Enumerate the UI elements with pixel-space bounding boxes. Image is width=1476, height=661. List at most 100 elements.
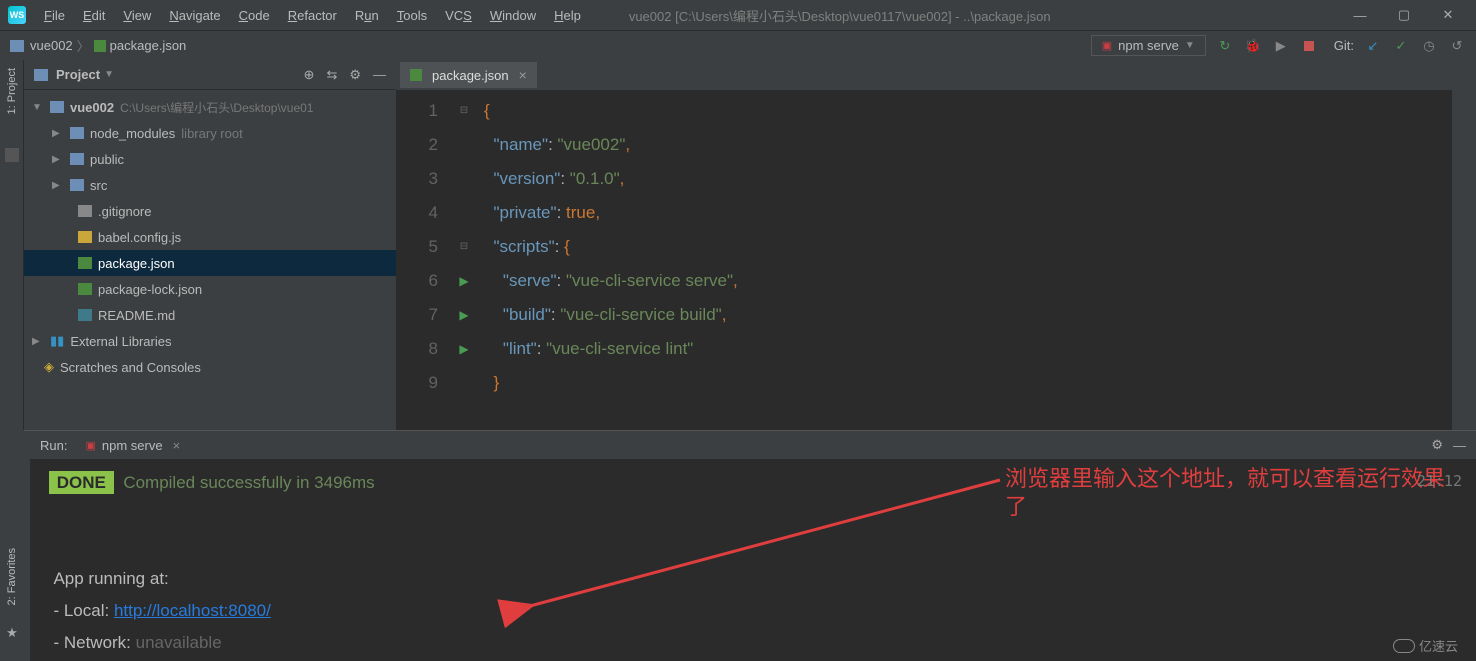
- favorites-tool-button[interactable]: 2: Favorites: [6, 548, 18, 605]
- coverage-button[interactable]: ▶: [1272, 37, 1290, 55]
- nav-toolbar: vue002 〉 package.json ▣ npm serve ▼ ↻ 🐞 …: [0, 30, 1476, 60]
- run-label: Run:: [40, 438, 67, 453]
- tree-item-label: Scratches and Consoles: [60, 360, 201, 375]
- breadcrumb-root[interactable]: vue002: [30, 38, 73, 53]
- breadcrumb-sep: 〉: [77, 36, 90, 55]
- folder-icon: [70, 179, 84, 191]
- network-value: unavailable: [136, 633, 222, 652]
- watermark-text: 亿速云: [1419, 636, 1458, 655]
- editor-tabs: package.json ×: [396, 60, 1476, 90]
- menu-tools[interactable]: Tools: [389, 4, 435, 27]
- menu-view[interactable]: View: [115, 4, 159, 27]
- run-tab-label: npm serve: [102, 438, 163, 453]
- tree-item-label: External Libraries: [70, 334, 171, 349]
- structure-tool-button[interactable]: [5, 148, 19, 162]
- scratch-icon: ◈: [44, 359, 54, 375]
- tree-item-hint: library root: [181, 126, 242, 141]
- local-label: - Local:: [53, 601, 113, 620]
- chevron-down-icon[interactable]: ▼: [104, 69, 114, 80]
- run-gutter-icon[interactable]: ▶: [459, 298, 468, 332]
- expand-arrow-icon[interactable]: ▶: [32, 336, 44, 347]
- md-file-icon: [78, 309, 92, 321]
- minimize-button[interactable]: —: [1340, 1, 1380, 29]
- json-icon: [94, 40, 106, 52]
- tree-gitignore[interactable]: .gitignore: [24, 198, 396, 224]
- folder-icon: [70, 153, 84, 165]
- menu-code[interactable]: Code: [231, 4, 278, 27]
- debug-button[interactable]: 🐞: [1244, 37, 1262, 55]
- tree-node-modules[interactable]: ▶ node_modules library root: [24, 120, 396, 146]
- git-pull-icon[interactable]: ↙: [1364, 37, 1382, 55]
- tree-package-json[interactable]: package.json: [24, 250, 396, 276]
- chevron-down-icon: ▼: [1185, 40, 1195, 51]
- tree-root-path: C:\Users\编程小石头\Desktop\vue01: [120, 99, 313, 116]
- star-icon[interactable]: ★: [6, 625, 18, 641]
- project-title[interactable]: Project: [56, 67, 100, 82]
- run-gutter-icon[interactable]: ▶: [459, 332, 468, 366]
- stop-button[interactable]: [1300, 37, 1318, 55]
- breadcrumb-file[interactable]: package.json: [110, 38, 187, 53]
- gear-icon[interactable]: ⚙: [1431, 437, 1443, 453]
- compile-msg: Compiled successfully in 3496ms: [123, 473, 374, 492]
- menu-window[interactable]: Window: [482, 4, 544, 27]
- git-commit-icon[interactable]: ✓: [1392, 37, 1410, 55]
- folder-icon: [70, 127, 84, 139]
- run-button[interactable]: ↻: [1216, 37, 1234, 55]
- app-icon: WS: [8, 6, 26, 24]
- tree-public[interactable]: ▶ public: [24, 146, 396, 172]
- expand-arrow-icon[interactable]: ▼: [32, 102, 44, 113]
- folder-icon: [50, 101, 64, 113]
- locate-icon[interactable]: ⊕: [304, 67, 315, 83]
- tree-readme[interactable]: README.md: [24, 302, 396, 328]
- tree-package-lock[interactable]: package-lock.json: [24, 276, 396, 302]
- local-url-link[interactable]: http://localhost:8080/: [114, 601, 271, 620]
- editor-tab-package[interactable]: package.json ×: [400, 62, 537, 90]
- settings-icon[interactable]: ⚙: [349, 67, 361, 83]
- expand-arrow-icon[interactable]: ▶: [52, 154, 64, 165]
- tree-item-label: public: [90, 152, 124, 167]
- fold-icon[interactable]: ⊟: [460, 94, 468, 128]
- menu-run[interactable]: Run: [347, 4, 387, 27]
- git-revert-icon[interactable]: ↺: [1448, 37, 1466, 55]
- tree-root-name: vue002: [70, 100, 114, 115]
- expand-arrow-icon[interactable]: ▶: [52, 180, 64, 191]
- menu-vcs[interactable]: VCS: [437, 4, 480, 27]
- run-gutter-icon[interactable]: ▶: [459, 264, 468, 298]
- run-tab[interactable]: ▣ npm serve ×: [77, 434, 188, 457]
- menu-navigate[interactable]: Navigate: [161, 4, 228, 27]
- menu-edit[interactable]: Edit: [75, 4, 113, 27]
- json-file-icon: [78, 283, 92, 295]
- project-tool-button[interactable]: 1: Project: [6, 64, 18, 118]
- collapse-icon[interactable]: ⇆: [326, 67, 337, 83]
- close-icon[interactable]: ×: [173, 438, 181, 453]
- hide-icon[interactable]: —: [1453, 438, 1466, 453]
- git-history-icon[interactable]: ◷: [1420, 37, 1438, 55]
- tree-scratches[interactable]: ◈ Scratches and Consoles: [24, 354, 396, 380]
- menu-bar: FFileile Edit View Navigate Code Refacto…: [36, 4, 589, 27]
- network-label: - Network:: [53, 633, 135, 652]
- run-config-selector[interactable]: ▣ npm serve ▼: [1091, 35, 1206, 56]
- annotation-text: 浏览器里输入这个地址，就可以查看运行效果了: [1005, 465, 1456, 521]
- code-text: {: [484, 101, 490, 120]
- fold-icon[interactable]: ⊟: [460, 230, 468, 264]
- tree-external-libs[interactable]: ▶ ▮▮ External Libraries: [24, 328, 396, 354]
- tree-item-label: package.json: [98, 256, 175, 271]
- menu-help[interactable]: Help: [546, 4, 589, 27]
- close-button[interactable]: ✕: [1428, 1, 1468, 29]
- json-icon: [410, 69, 422, 81]
- tree-babel[interactable]: babel.config.js: [24, 224, 396, 250]
- expand-arrow-icon[interactable]: ▶: [52, 128, 64, 139]
- git-label: Git:: [1334, 38, 1354, 53]
- tree-item-label: README.md: [98, 308, 175, 323]
- tab-label: package.json: [432, 68, 509, 83]
- tree-item-label: node_modules: [90, 126, 175, 141]
- tree-root[interactable]: ▼ vue002 C:\Users\编程小石头\Desktop\vue01: [24, 94, 396, 120]
- hide-icon[interactable]: —: [373, 67, 386, 83]
- menu-file[interactable]: FFileile: [36, 4, 73, 27]
- right-tool-strip: [1452, 60, 1476, 430]
- tree-src[interactable]: ▶ src: [24, 172, 396, 198]
- menu-refactor[interactable]: Refactor: [280, 4, 345, 27]
- maximize-button[interactable]: ▢: [1384, 1, 1424, 29]
- library-icon: ▮▮: [50, 333, 64, 349]
- close-tab-icon[interactable]: ×: [519, 67, 527, 83]
